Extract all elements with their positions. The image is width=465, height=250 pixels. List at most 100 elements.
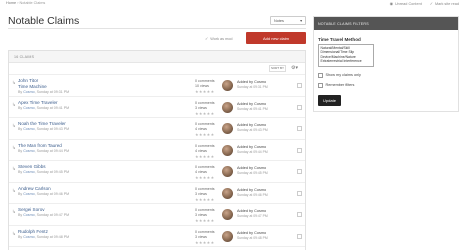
claim-date: Sunday at 09:43 PM (36, 127, 70, 132)
claim-row[interactable]: ↳ Sergei Sorov By Cosmo, Sunday at 09:47 P… (9, 204, 305, 226)
added-by: Added by Cosmo Sunday at 09:31 PM (237, 80, 268, 90)
remember-row: Remember filters (318, 83, 354, 88)
claim-title[interactable]: Sergei Sorov (18, 207, 168, 213)
row-select-checkbox[interactable] (297, 190, 302, 196)
method-option[interactable]: Extraterrestrial Interference (321, 59, 372, 63)
row-select-checkbox[interactable] (297, 147, 302, 153)
comment-count: 0 comments (195, 100, 215, 105)
mark-read-link[interactable]: ✓ Mark site read (430, 1, 459, 7)
claim-title[interactable]: Rudolph Fentz (18, 229, 168, 235)
added-by: Added by Cosmo Sunday at 09:46 PM (237, 188, 268, 198)
added-by: Added by Cosmo Sunday at 09:44 PM (237, 145, 268, 155)
claim-title[interactable]: The Man from Taured (18, 143, 168, 149)
claim-title[interactable]: Noah the Time Traveler (18, 121, 168, 127)
claim-title[interactable]: Steven Gibbs (18, 164, 168, 170)
remember-filters-checkbox[interactable] (318, 83, 323, 88)
expand-icon[interactable]: ↳ (12, 145, 16, 151)
claims-count: 16 CLAIMS (9, 51, 305, 63)
star-icon[interactable]: ★ (211, 218, 215, 223)
claim-row[interactable]: ↳ Apex Time Traveler By Cosmo, Sunday at 0… (9, 97, 305, 118)
star-icon[interactable]: ★ (211, 154, 215, 159)
rating-stars[interactable]: ★★★★★ (195, 197, 215, 202)
claim-row[interactable]: ↳ The Man from Taured By Cosmo, Sunday at … (9, 140, 305, 161)
claim-row[interactable]: ↳ Steven Gibbs By Cosmo, Sunday at 09:45 P… (9, 161, 305, 183)
claim-meta: By Cosmo, Sunday at 09:44 PM (18, 148, 70, 153)
avatar[interactable] (222, 166, 233, 177)
claim-stats: 0 comments 3 views (195, 187, 215, 197)
avatar[interactable] (222, 187, 233, 199)
row-select-checkbox[interactable] (297, 126, 302, 131)
star-icon[interactable]: ★ (211, 132, 215, 137)
star-icon[interactable]: ★ (211, 175, 215, 180)
rating-stars[interactable]: ★★★★★ (195, 219, 214, 223)
star-icon[interactable]: ★ (211, 89, 215, 94)
unread-content-link[interactable]: ◉ Unread Content (390, 1, 422, 7)
row-select-checkbox[interactable] (297, 104, 302, 110)
claim-author[interactable]: Cosmo (23, 149, 34, 153)
claim-row[interactable]: ↳ Rudolph Fentz By Cosmo, Sunday at 09:48 … (9, 226, 305, 247)
breadcrumb-current[interactable]: Notable Claims (20, 1, 46, 5)
rating-stars[interactable]: ★★★★★ (195, 176, 214, 180)
rating-stars[interactable]: ★★★★★ (195, 90, 214, 94)
claim-meta: By Cosmo, Sunday at 09:43 PM (18, 127, 70, 132)
expand-icon[interactable]: ↳ (12, 123, 16, 129)
expand-icon[interactable]: ↳ (12, 166, 16, 172)
expand-icon[interactable]: ↳ (12, 80, 16, 86)
row-select-checkbox[interactable] (297, 169, 302, 174)
update-button[interactable]: Update (318, 95, 341, 106)
avatar[interactable] (222, 230, 233, 242)
time-travel-method-label: Time Travel Method (318, 37, 361, 42)
time-travel-method-select[interactable]: Natural/Mental/Skill Dimensional/Time Sl… (318, 44, 374, 67)
gear-icon[interactable]: ⚙▾ (291, 65, 302, 72)
claim-title[interactable]: Andrew Carlson (18, 186, 168, 192)
claim-author[interactable]: Cosmo (23, 127, 34, 131)
claim-author[interactable]: Cosmo (23, 213, 34, 217)
claim-author[interactable]: Cosmo (23, 192, 34, 196)
expand-icon[interactable]: ↳ (12, 209, 16, 215)
expand-icon[interactable]: ↳ (12, 102, 16, 108)
claim-author[interactable]: Cosmo (23, 106, 34, 110)
work-mode-link[interactable]: ✓ Work as mod (205, 36, 232, 42)
claim-row[interactable]: ↳ John Titor Time Machine By Cosmo, Sunday… (9, 75, 305, 97)
avatar[interactable] (222, 80, 233, 91)
star-icon[interactable]: ★ (211, 111, 215, 116)
avatar[interactable] (222, 209, 233, 220)
claim-stats: 0 comments 4 views (195, 165, 215, 175)
row-select-checkbox[interactable] (297, 233, 302, 239)
added-by: Added by Cosmo Sunday at 09:41 PM (237, 102, 268, 112)
star-icon[interactable]: ★ (211, 240, 215, 245)
add-claim-button[interactable]: Add new claim (246, 32, 306, 44)
added-by-label: Added by Cosmo (237, 187, 267, 192)
expand-icon[interactable]: ↳ (12, 231, 16, 237)
avatar[interactable] (222, 101, 233, 113)
avatar[interactable] (222, 123, 233, 134)
claim-author[interactable]: Cosmo (23, 170, 34, 174)
sort-by-button[interactable]: SORT BY (269, 65, 286, 72)
claim-author[interactable]: Cosmo (23, 235, 34, 239)
rating-stars[interactable]: ★★★★★ (195, 240, 215, 245)
claim-row[interactable]: ↳ Noah the Time Traveler By Cosmo, Sunday … (9, 118, 305, 140)
breadcrumb-separator: › (17, 1, 19, 5)
claim-author[interactable]: Cosmo (23, 90, 34, 94)
breadcrumb-home[interactable]: Home (6, 1, 16, 5)
rating-stars[interactable]: ★★★★★ (195, 154, 215, 159)
avatar[interactable] (222, 144, 233, 156)
claim-title[interactable]: John Titor Time Machine (18, 78, 168, 89)
claim-row[interactable]: ↳ Andrew Carlson By Cosmo, Sunday at 09:46… (9, 183, 305, 204)
comment-count: 0 comments (195, 186, 215, 191)
show-mine-checkbox[interactable] (318, 73, 323, 78)
added-date: Sunday at 09:47 PM (237, 214, 268, 218)
claim-title[interactable]: Apex Time Traveler (18, 100, 168, 106)
rating-stars[interactable]: ★★★★★ (195, 111, 215, 116)
added-date: Sunday at 09:43 PM (237, 128, 268, 132)
filter-select[interactable]: Notes ▾ (270, 16, 306, 25)
added-by: Added by Cosmo Sunday at 09:45 PM (237, 166, 268, 176)
star-icon[interactable]: ★ (211, 197, 215, 202)
rating-stars[interactable]: ★★★★★ (195, 133, 214, 137)
added-date: Sunday at 09:44 PM (237, 149, 268, 154)
expand-icon[interactable]: ↳ (12, 188, 16, 194)
row-select-checkbox[interactable] (297, 83, 302, 88)
row-select-checkbox[interactable] (297, 212, 302, 217)
claim-meta: By Cosmo, Sunday at 09:31 PM (18, 89, 70, 94)
claim-stats: 0 comments 3 views (195, 208, 215, 218)
